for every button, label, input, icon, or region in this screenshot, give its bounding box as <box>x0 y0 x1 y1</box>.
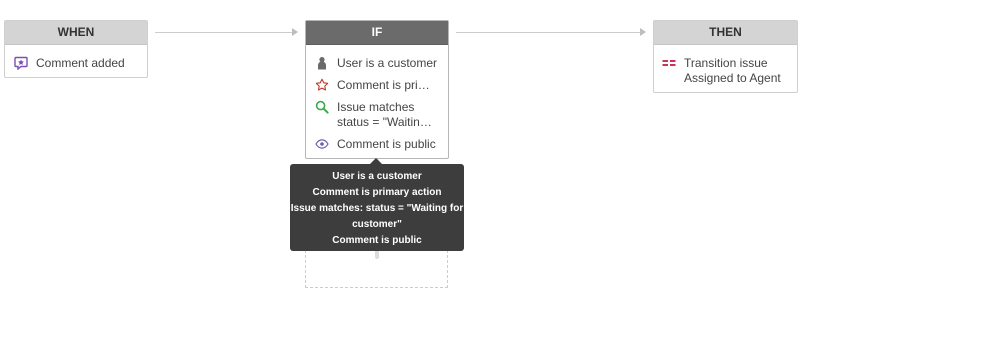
then-header: THEN <box>654 21 797 45</box>
conditions-tooltip: User is a customer Comment is primary ac… <box>290 158 464 251</box>
condition-label-line2: status = "Waiting … <box>337 115 437 129</box>
condition-issue-matches[interactable]: Issue matches status = "Waiting … <box>315 100 448 130</box>
trigger-label: Comment added <box>36 56 125 70</box>
condition-user-is-customer[interactable]: User is a customer <box>315 56 448 71</box>
search-icon <box>315 100 329 114</box>
condition-label: Comment is prim… <box>337 78 437 92</box>
condition-comment-primary[interactable]: Comment is prim… <box>315 78 448 93</box>
trigger-comment-added[interactable]: Comment added <box>14 56 147 71</box>
tooltip-line: User is a customer <box>332 171 422 182</box>
tooltip-line: Comment is primary action <box>312 187 442 198</box>
when-card[interactable]: WHEN Comment added <box>4 20 148 78</box>
connector-when-if <box>155 32 293 33</box>
condition-label-line1: Issue matches <box>337 100 415 114</box>
arrowhead-when-if <box>292 28 298 36</box>
comment-icon <box>14 56 28 70</box>
when-header: WHEN <box>5 21 147 45</box>
tooltip-line: customer" <box>352 219 402 230</box>
tooltip-pointer <box>370 158 382 164</box>
condition-label: User is a customer <box>337 56 438 70</box>
arrowhead-if-then <box>640 28 646 36</box>
action-label-line1: Transition issue <box>684 56 768 70</box>
condition-comment-public[interactable]: Comment is public <box>315 137 448 152</box>
action-transition-issue[interactable]: Transition issue Assigned to Agent <box>662 56 797 86</box>
star-icon <box>315 78 329 91</box>
if-card[interactable]: IF User is a customer Comment is prim… I… <box>305 20 449 159</box>
connector-if-then <box>456 32 641 33</box>
condition-label: Comment is public <box>337 137 436 151</box>
eye-icon <box>315 139 329 149</box>
action-label-line2: Assigned to Agent <box>684 71 781 85</box>
user-icon <box>318 57 326 70</box>
tooltip-line: Issue matches: status = "Waiting for <box>290 203 464 214</box>
then-card[interactable]: THEN Transition issue Assigned to Agent <box>653 20 798 93</box>
if-header: IF <box>306 21 448 45</box>
transition-icon <box>662 60 676 66</box>
tooltip-line: Comment is public <box>332 235 422 246</box>
